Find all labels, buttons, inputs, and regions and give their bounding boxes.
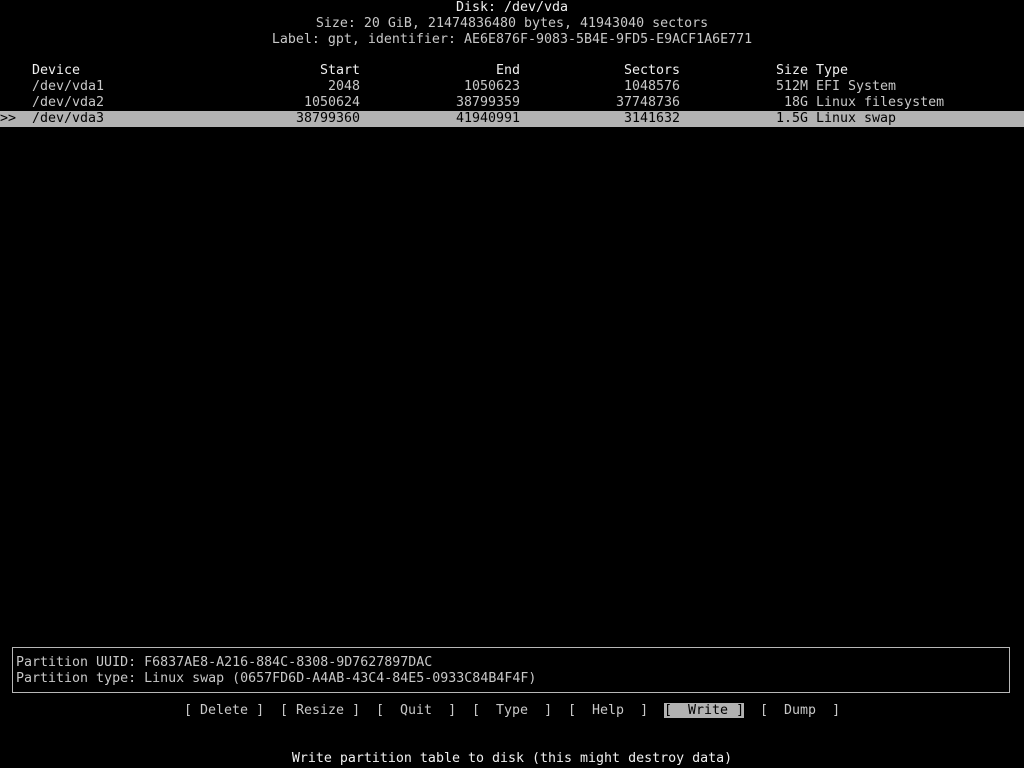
action-menu: [ Delete ] [ Resize ] [ Quit ] [ Type ] … [0, 703, 1024, 719]
partition-type-info: Partition type: Linux swap (0657FD6D-A4A… [16, 671, 537, 686]
table-row[interactable]: /dev/vda2 1050624 38799359 37748736 18G … [0, 95, 1024, 111]
table-row[interactable]: /dev/vda1 2048 1050623 1048576 512M EFI … [0, 79, 1024, 95]
quit-label: Quit [400, 703, 433, 718]
partition-size: 512M [775, 79, 808, 94]
column-start: Start [319, 63, 360, 78]
partition-size: 18G [783, 95, 808, 110]
dump-button[interactable]: [ Dump ] [760, 703, 840, 719]
help-button[interactable]: [ Help ] [568, 703, 648, 719]
partition-sectors: 37748736 [615, 95, 680, 110]
partition-sectors: 1048576 [623, 79, 680, 94]
partition-uuid: Partition UUID: F6837AE8-A216-884C-8308-… [16, 655, 433, 670]
partition-info-box: Partition UUID: F6837AE8-A216-884C-8308-… [12, 647, 1010, 693]
column-end: End [495, 63, 520, 78]
partition-type: EFI System [816, 79, 897, 94]
column-type: Type [816, 63, 849, 78]
partition-start: 1050624 [303, 95, 360, 110]
column-sectors: Sectors [623, 63, 680, 78]
dump-label: Dump [784, 703, 817, 718]
partition-start: 38799360 [295, 111, 360, 126]
delete-button[interactable]: [ Delete ] [184, 703, 264, 719]
partition-device: /dev/vda2 [32, 95, 105, 110]
partition-device: /dev/vda3 [32, 111, 105, 126]
partition-start: 2048 [327, 79, 360, 94]
disk-size-info: Size: 20 GiB, 21474836480 bytes, 4194304… [315, 16, 709, 31]
delete-label: Delete [200, 703, 249, 718]
partition-end: 38799359 [455, 95, 520, 110]
type-label: Type [496, 703, 529, 718]
partition-end: 41940991 [455, 111, 520, 126]
resize-label: Resize [296, 703, 345, 718]
column-device: Device [32, 63, 81, 78]
disk-label-info: Label: gpt, identifier: AE6E876F-9083-5B… [271, 32, 753, 47]
quit-button[interactable]: [ Quit ] [376, 703, 456, 719]
partition-end: 1050623 [463, 79, 520, 94]
selection-marker: >> [0, 111, 17, 126]
partition-size: 1.5G [775, 111, 808, 126]
partition-device: /dev/vda1 [32, 79, 105, 94]
partition-type: Linux swap [816, 111, 897, 126]
column-size: Size [775, 63, 808, 78]
write-label: Write [688, 703, 729, 718]
status-hint: Write partition table to disk (this migh… [291, 751, 733, 766]
table-row-selected[interactable]: >> /dev/vda3 38799360 41940991 3141632 1… [0, 111, 1024, 127]
table-header: Device Start End Sectors Size Type [0, 63, 1024, 79]
partition-sectors: 3141632 [623, 111, 680, 126]
partition-type: Linux filesystem [816, 95, 945, 110]
disk-title: Disk: /dev/vda [455, 0, 569, 15]
type-button[interactable]: [ Type ] [472, 703, 552, 719]
help-label: Help [592, 703, 625, 718]
resize-button[interactable]: [ Resize ] [280, 703, 360, 719]
write-button[interactable]: [ Write ] [664, 703, 745, 719]
